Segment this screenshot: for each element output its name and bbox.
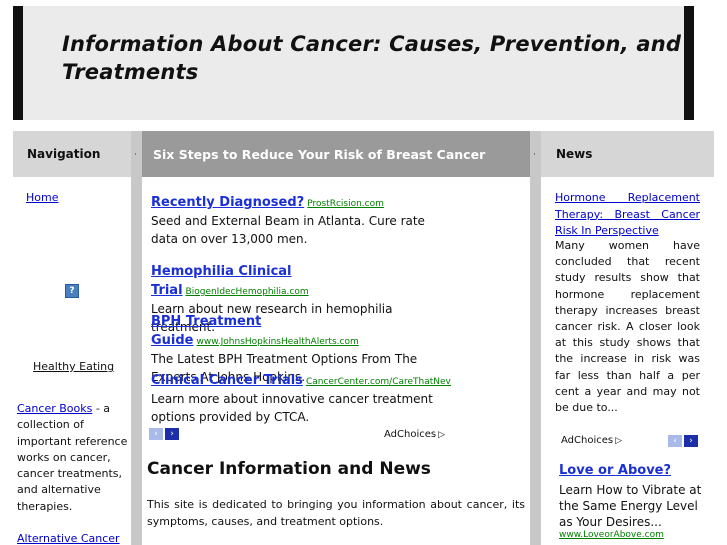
news-sidebar: News Hormone Replacement Therapy: Breast… <box>541 131 714 545</box>
ad-url-link[interactable]: www.JohnsHopkinsHealthAlerts.com <box>197 337 359 347</box>
ad-description: Learn How to Vibrate at the Same Energy … <box>559 483 702 529</box>
adchoices-icon: ▷ <box>615 436 623 446</box>
nav-home-link[interactable]: Home <box>26 191 58 204</box>
ad-url-link[interactable]: CancerCenter.com/CareThatNeverQuits <box>306 377 451 387</box>
ad-unit: Clinical Cancer Trials CancerCenter.com/C… <box>151 369 451 426</box>
ad-title-link[interactable]: Recently Diagnosed? <box>151 195 304 210</box>
ad-description: Learn more about innovative cancer treat… <box>151 392 433 424</box>
ad-title-link[interactable]: Love or Above? <box>559 463 671 478</box>
site-header: Information About Cancer: Causes, Preven… <box>13 6 694 120</box>
question-mark-icon[interactable]: ? <box>65 284 79 298</box>
article-heading: Six Steps to Reduce Your Risk of Breast … <box>142 131 530 177</box>
news-heading: News <box>541 131 714 177</box>
ad-unit: Recently Diagnosed? ProstRcision.com Seed… <box>151 191 451 248</box>
ad-prev-arrow-icon[interactable]: ‹ <box>149 428 163 440</box>
navigation-sidebar: Navigation Home ? Healthy Eating Cancer … <box>13 131 131 545</box>
news-summary: Many women have concluded that recent st… <box>555 239 700 415</box>
ad-prev-arrow-icon[interactable]: ‹ <box>668 435 682 447</box>
adchoices-icon: ▷ <box>438 430 446 440</box>
column-gutter <box>131 131 142 545</box>
ad-next-arrow-icon[interactable]: › <box>684 435 698 447</box>
ad-description: Seed and External Beam in Atlanta. Cure … <box>151 214 425 246</box>
gutter-dot: · <box>134 150 137 160</box>
adchoices-badge[interactable]: AdChoices ▷ <box>561 435 622 446</box>
navigation-heading: Navigation <box>13 131 131 177</box>
section-heading: Cancer Information and News <box>147 459 431 479</box>
adchoices-label: AdChoices <box>384 429 437 440</box>
ad-url-link[interactable]: ProstRcision.com <box>307 199 384 209</box>
adchoices-badge[interactable]: AdChoices ▷ <box>384 429 445 440</box>
column-gutter <box>530 131 541 545</box>
news-article-link[interactable]: Hormone Replacement Therapy: Breast Canc… <box>555 190 700 240</box>
ad-url-link[interactable]: BiogenIdecHemophilia.com <box>186 287 309 297</box>
ad-next-arrow-icon[interactable]: › <box>165 428 179 440</box>
cancer-books-description: - a collection of important reference wo… <box>17 402 128 513</box>
main-content: Six Steps to Reduce Your Risk of Breast … <box>142 131 530 545</box>
nav-healthy-eating-link[interactable]: Healthy Eating <box>33 360 114 373</box>
intro-paragraph: This site is dedicated to bringing you i… <box>147 498 525 528</box>
alternative-cancer-link[interactable]: Alternative Cancer <box>17 532 120 545</box>
site-title: Information About Cancer: Causes, Preven… <box>62 32 682 84</box>
adchoices-label: AdChoices <box>561 435 614 446</box>
cancer-books-link[interactable]: Cancer Books <box>17 402 92 415</box>
ad-url-link[interactable]: www.LoveorAbove.com <box>559 530 664 540</box>
ad-title-link[interactable]: Clinical Cancer Trials <box>151 373 303 388</box>
gutter-dot: · <box>533 150 536 160</box>
cancer-books-item: Cancer Books - a collection of important… <box>17 401 129 515</box>
